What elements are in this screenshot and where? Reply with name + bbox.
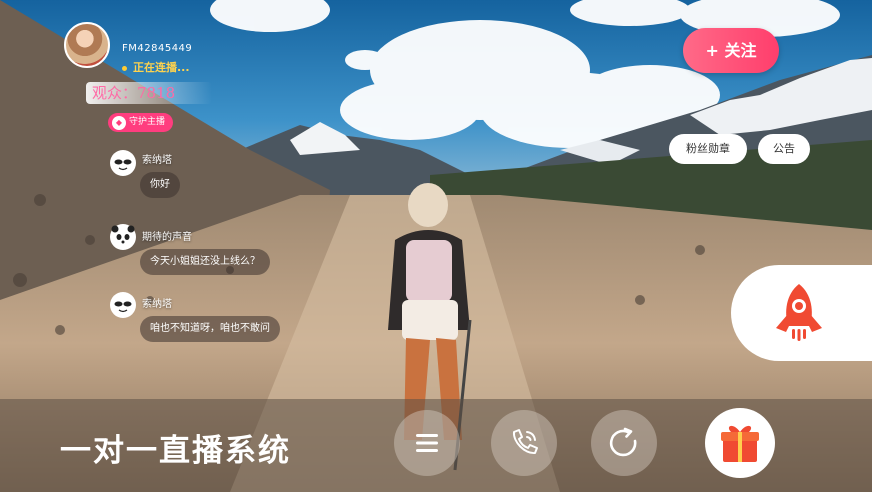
gift-icon: [721, 425, 759, 462]
chat-avatar-1: [110, 150, 136, 176]
live-stream-screen: FM42845449 正在连播... 观众：7818 ◆ 守护主播 + 关注 粉…: [0, 0, 872, 492]
menu-button[interactable]: [394, 410, 460, 476]
chat-message-1: 你好: [140, 172, 180, 198]
brand-title: 一对一直播系统: [60, 433, 291, 469]
live-dot-icon: [122, 65, 127, 71]
chat-avatar-2: [110, 224, 136, 250]
notice-button[interactable]: 公告: [758, 134, 810, 164]
phone-icon: [512, 429, 538, 455]
refresh-icon: [609, 427, 637, 457]
diamond-icon: ◆: [112, 115, 126, 130]
live-status-text: 正在连播...: [133, 61, 190, 74]
chat-message-2: 今天小姐姐还没上线么？: [140, 249, 270, 275]
live-status: 正在连播...: [122, 59, 190, 75]
menu-icon: [416, 434, 438, 452]
gift-button[interactable]: [705, 408, 775, 478]
room-id: FM42845449: [122, 43, 193, 54]
guard-badge-label: 守护主播: [129, 117, 166, 127]
panda-face-icon: [111, 225, 135, 249]
streamer-avatar[interactable]: [64, 22, 110, 68]
viewer-count: 观众：7818: [86, 82, 212, 104]
fan-badge-button[interactable]: 粉丝勋章: [669, 134, 747, 164]
chat-name-2: 期待的声音: [142, 232, 192, 243]
panda-face-icon: [111, 151, 135, 175]
rocket-icon[interactable]: [772, 282, 826, 344]
chat-avatar-3: [110, 292, 136, 318]
chat-name-3: 索纳塔: [142, 299, 172, 310]
call-button[interactable]: [491, 410, 557, 476]
chat-message-3: 咱也不知道呀，咱也不敢问: [140, 316, 280, 342]
guard-badge[interactable]: ◆ 守护主播: [108, 113, 174, 132]
chat-name-1: 索纳塔: [142, 155, 172, 166]
follow-button[interactable]: + 关注: [683, 28, 779, 73]
panda-face-icon: [111, 293, 135, 317]
refresh-button[interactable]: [591, 410, 657, 476]
